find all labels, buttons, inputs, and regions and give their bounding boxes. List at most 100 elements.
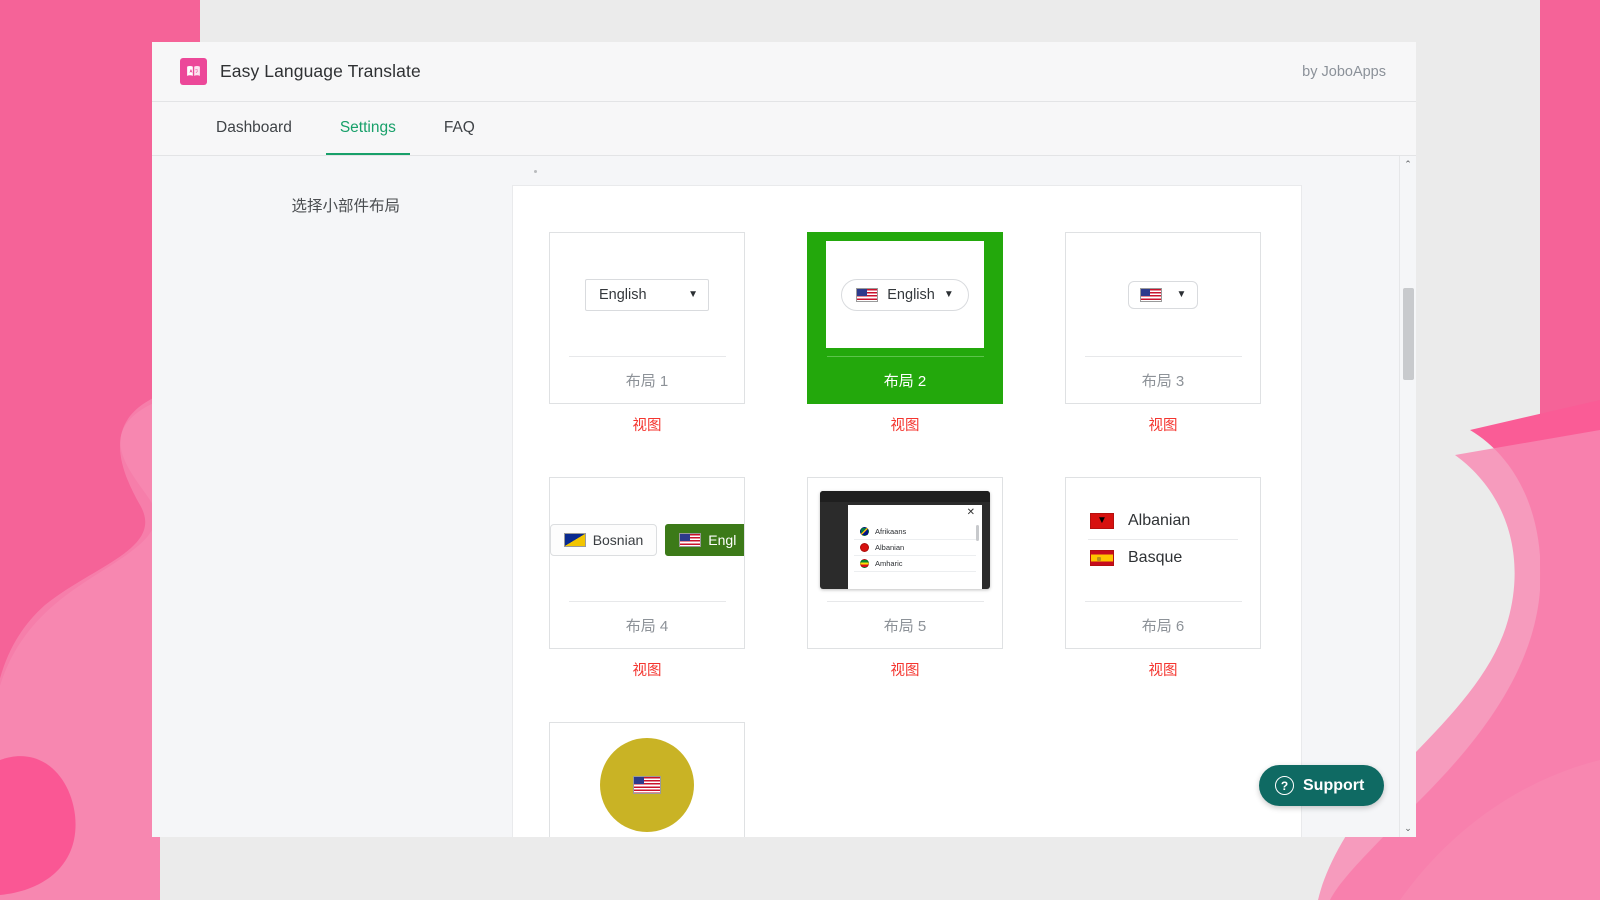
layout-option-6: ▼ Albanian Basque 布局 6 视图 (1065, 477, 1261, 680)
scrollbar-thumb[interactable] (1402, 288, 1414, 380)
tab-dashboard[interactable]: Dashboard (202, 102, 306, 155)
list-item[interactable]: Amharic (854, 556, 976, 572)
ethiopia-flag-icon (860, 558, 869, 568)
language-chip-label: Engl (708, 531, 737, 548)
scroll-up-arrow-icon[interactable]: ⌃ (1400, 156, 1417, 173)
list-item[interactable]: Albanian (854, 540, 976, 556)
bosnia-flag-icon (563, 532, 586, 547)
language-chip-label: Bosnian (592, 531, 644, 548)
layout-option-7: 布局 7 视图 (549, 722, 745, 837)
app-header: Easy Language Translate by JoboApps (152, 42, 1416, 102)
view-link-6[interactable]: 视图 (1149, 659, 1178, 680)
layout-card-7[interactable]: 布局 7 (549, 722, 745, 837)
layout-caption-4: 布局 4 (625, 617, 669, 635)
list-item[interactable]: Basque (1088, 540, 1238, 576)
language-modal-preview: ✕ Afrikaans Albanian Amharic (820, 490, 990, 589)
panel-dot-marker (534, 170, 537, 173)
list-item[interactable]: ▼ Albanian (1088, 503, 1238, 540)
view-link-5[interactable]: 视图 (891, 659, 920, 680)
language-chip-bosnian[interactable]: Bosnian (550, 523, 658, 556)
modal-language-list: Afrikaans Albanian Amharic (854, 524, 976, 572)
layout-preview-7 (550, 723, 744, 837)
layout-option-5: ✕ Afrikaans Albanian Amharic 布局 5 视图 (807, 477, 1003, 680)
language-select-plain[interactable]: English ▼ (585, 278, 709, 311)
layout-card-2[interactable]: English ▼ 布局 2 (807, 232, 1003, 404)
layout-card-4[interactable]: Bosnian Engl 布局 4 (549, 477, 745, 649)
us-flag-icon (633, 775, 661, 794)
list-item[interactable]: Afrikaans (854, 524, 976, 540)
tab-faq[interactable]: FAQ (430, 102, 489, 155)
select-widget-layout-label: 选择小部件布局 (291, 198, 400, 215)
support-button[interactable]: ? Support (1259, 765, 1385, 806)
list-item-label: Albanian (1128, 512, 1191, 529)
layout-caption-5: 布局 5 (883, 617, 927, 635)
translate-book-icon (180, 58, 207, 85)
layout-option-1: English ▼ 布局 1 视图 (549, 232, 745, 435)
brand: Easy Language Translate (180, 58, 421, 85)
language-select-flag-only[interactable]: ▼ (1127, 280, 1199, 309)
layout-card-3[interactable]: ▼ 布局 3 (1065, 232, 1261, 404)
close-icon[interactable]: ✕ (967, 507, 975, 518)
language-chip-english[interactable]: Engl (665, 523, 744, 556)
modal-sheet: ✕ Afrikaans Albanian Amharic (848, 504, 982, 589)
list-item-label: Amharic (875, 558, 903, 568)
layout-preview-3: ▼ (1066, 233, 1260, 356)
layout-card-5[interactable]: ✕ Afrikaans Albanian Amharic 布局 5 (807, 477, 1003, 649)
content-scrollbar[interactable]: ⌃ ⌄ (1399, 156, 1416, 837)
layout-card-6[interactable]: ▼ Albanian Basque 布局 6 (1065, 477, 1261, 649)
settings-sidebar: 选择小部件布局 (152, 156, 512, 837)
layout-grid: English ▼ 布局 1 视图 English ▼ 布局 2 视图 ▼ 布局… (549, 232, 1265, 837)
layout-preview-5: ✕ Afrikaans Albanian Amharic (808, 478, 1002, 601)
list-item-label: Afrikaans (875, 526, 907, 536)
view-link-4[interactable]: 视图 (633, 659, 662, 680)
modal-scrollbar[interactable] (976, 524, 979, 541)
us-flag-icon (856, 287, 879, 302)
layout-option-4: Bosnian Engl 布局 4 视图 (549, 477, 745, 680)
tab-bar: Dashboard Settings FAQ (152, 102, 1416, 156)
us-flag-icon (1139, 287, 1162, 302)
language-list-preview: ▼ Albanian Basque (1074, 503, 1252, 576)
albania-flag-icon: ▼ (1090, 513, 1114, 529)
us-flag-icon (679, 532, 702, 547)
app-body: 选择小部件布局 English ▼ 布局 1 视图 English ▼ 布局 2… (152, 156, 1416, 837)
support-button-label: Support (1303, 776, 1365, 794)
layout-card-1[interactable]: English ▼ 布局 1 (549, 232, 745, 404)
page-title: Easy Language Translate (220, 61, 421, 81)
layout-caption-6: 布局 6 (1141, 617, 1185, 635)
byline: by JoboApps (1302, 63, 1386, 80)
language-chip-row: Bosnian Engl (550, 523, 744, 556)
chevron-down-icon: ▼ (943, 288, 954, 300)
spain-flag-icon (1090, 550, 1114, 566)
layout-preview-6: ▼ Albanian Basque (1066, 478, 1260, 601)
view-link-1[interactable]: 视图 (633, 414, 662, 435)
scrollbar-track[interactable] (1400, 173, 1417, 820)
layout-caption-1: 布局 1 (625, 372, 669, 390)
language-select-flag-pill[interactable]: English ▼ (841, 278, 969, 311)
layout-caption-2: 布局 2 (883, 372, 927, 390)
south-africa-flag-icon (860, 526, 869, 536)
layout-preview-4: Bosnian Engl (550, 478, 744, 601)
question-mark-circle-icon: ? (1275, 776, 1294, 795)
chevron-down-icon: ▼ (688, 288, 698, 300)
selected-preview-stage: English ▼ (826, 241, 984, 348)
list-item-label: Albanian (875, 542, 905, 552)
layout-preview-2: English ▼ (808, 233, 1002, 356)
layout-chooser-panel: English ▼ 布局 1 视图 English ▼ 布局 2 视图 ▼ 布局… (512, 170, 1302, 837)
layout-option-2: English ▼ 布局 2 视图 (807, 232, 1003, 435)
language-select-value: English (887, 286, 935, 303)
floating-flag-bubble[interactable] (600, 737, 694, 832)
view-link-3[interactable]: 视图 (1149, 414, 1178, 435)
app-window: Easy Language Translate by JoboApps Dash… (152, 42, 1416, 837)
modal-titlebar (820, 490, 990, 502)
scroll-down-arrow-icon[interactable]: ⌄ (1400, 820, 1417, 837)
view-link-2[interactable]: 视图 (891, 414, 920, 435)
layout-option-3: ▼ 布局 3 视图 (1065, 232, 1261, 435)
layout-caption-3: 布局 3 (1141, 372, 1185, 390)
list-item-label: Basque (1128, 549, 1183, 566)
albania-flag-icon (860, 542, 869, 552)
language-select-value: English (599, 286, 647, 303)
layout-preview-1: English ▼ (550, 233, 744, 356)
tab-settings[interactable]: Settings (325, 102, 410, 155)
chevron-down-icon: ▼ (1176, 288, 1187, 300)
settings-content: English ▼ 布局 1 视图 English ▼ 布局 2 视图 ▼ 布局… (512, 156, 1416, 837)
